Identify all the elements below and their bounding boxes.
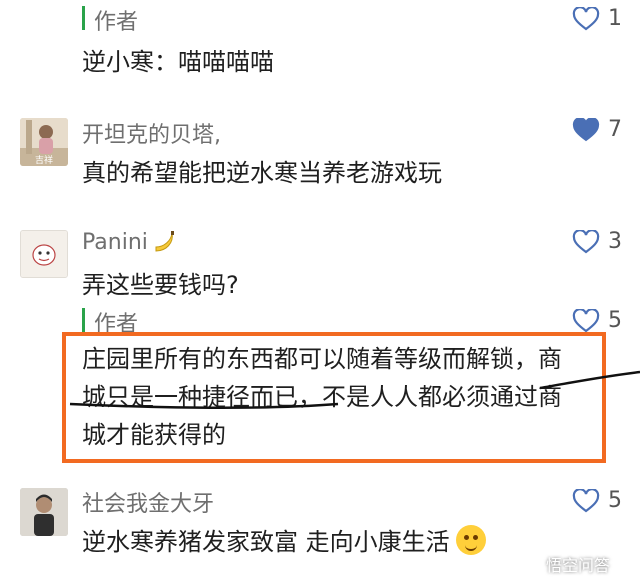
- avatar[interactable]: [20, 488, 68, 536]
- comment-body: 逆水寒养猪发家致富 走向小康生活: [82, 522, 486, 557]
- watermark-text: 悟空问答: [546, 556, 611, 575]
- avatar-photo: [20, 488, 68, 536]
- like-count: 5: [608, 488, 622, 513]
- comment-text: 逆水寒养猪发家致富 走向小康生活: [82, 528, 450, 556]
- watermark: 悟空问答: [518, 552, 610, 576]
- smile-emoji-icon: [455, 524, 486, 555]
- wukong-logo-icon: [518, 553, 540, 575]
- heart-icon: [572, 488, 600, 512]
- comment-author-name[interactable]: 社会我金大牙: [82, 486, 214, 518]
- like-button[interactable]: 5: [572, 488, 622, 513]
